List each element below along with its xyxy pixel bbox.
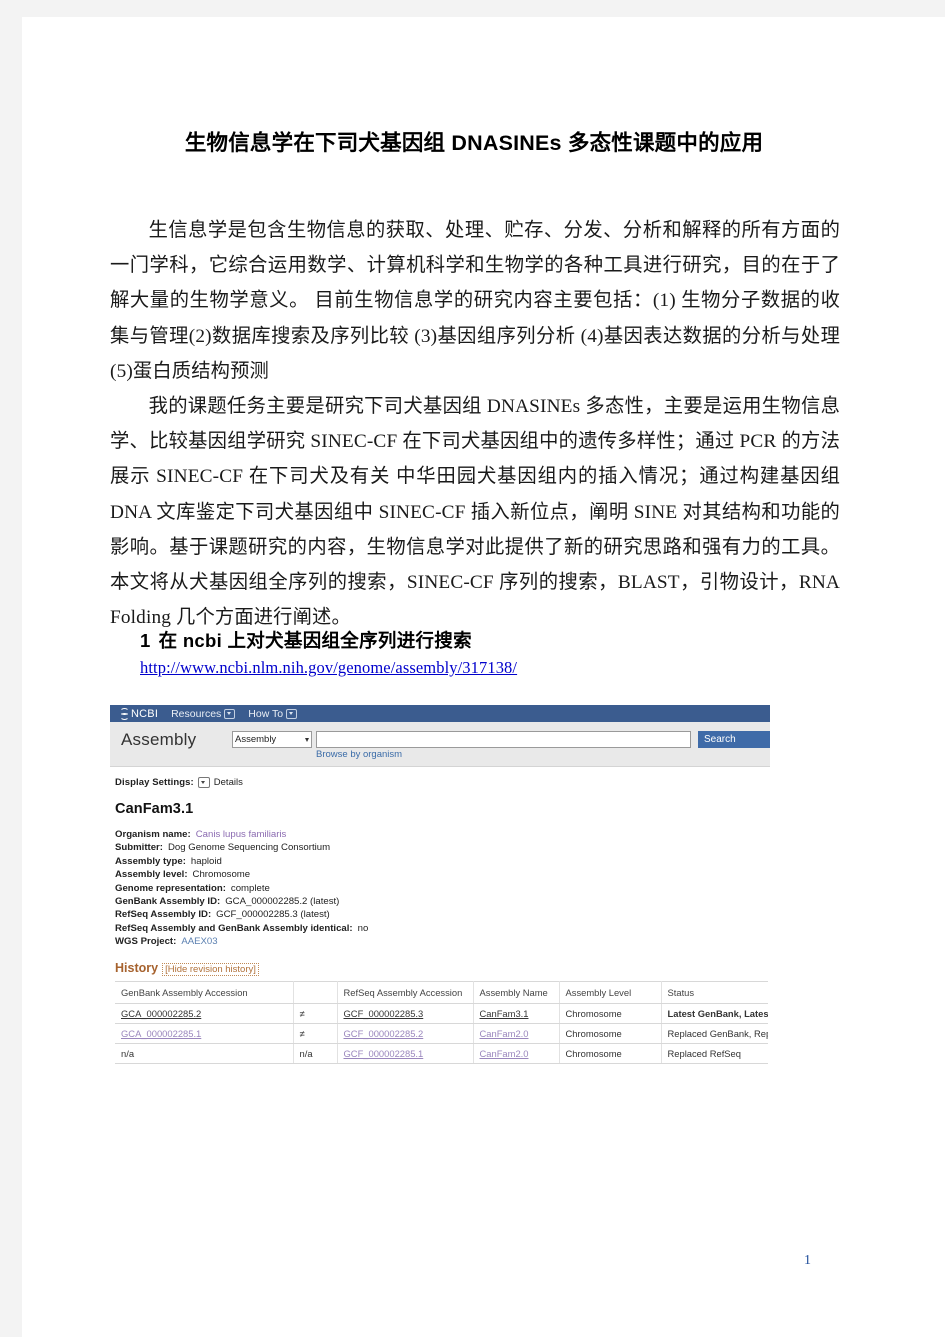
history-title-text: History [115, 960, 159, 975]
chevron-down-icon [224, 708, 236, 719]
ncbi-topbar: NCBI Resources How To [110, 705, 770, 722]
assembly-field-key: RefSeq Assembly and GenBank Assembly ide… [115, 922, 353, 934]
cell-status: Latest GenBank, Latest RefSeq [661, 1003, 768, 1025]
ncbi-logo[interactable]: NCBI [119, 708, 158, 720]
dna-helix-icon [119, 708, 129, 720]
assembly-metadata-list: Organism name: Canis lupus familiaris Subm… [115, 828, 760, 949]
ncbi-search-row: Assembly Assembly Search Browse by organ… [110, 722, 770, 767]
cell-assembly-name[interactable]: CanFam3.1 [473, 1003, 560, 1025]
assembly-field-key: Submitter: [115, 842, 163, 854]
cell-status: Replaced GenBank, Replaced RefSeq [661, 1023, 768, 1045]
cell-equality-symbol: ≠ [293, 1023, 338, 1045]
column-header: Assembly Level [559, 980, 662, 1005]
cell-refseq-accession[interactable]: GCF_000002285.3 [337, 1003, 474, 1025]
assembly-name-title: CanFam3.1 [115, 801, 194, 817]
menu-how-to-label: How To [248, 707, 284, 720]
table-row: GCA_000002285.1 ≠ GCF_000002285.2 CanFam2.0… [115, 1023, 768, 1045]
assembly-field-row: WGS Project: AAEX03 [115, 935, 760, 948]
cell-assembly-level: Chromosome [559, 1043, 662, 1065]
column-header [293, 980, 338, 1005]
ncbi-logo-text: NCBI [131, 707, 159, 720]
database-title: Assembly [121, 730, 197, 749]
assembly-field-row: GenBank Assembly ID: GCA_000002285.2 (lat… [115, 895, 760, 908]
assembly-field-row: Assembly type: haploid [115, 855, 760, 868]
assembly-field-row: Organism name: Canis lupus familiaris [115, 828, 760, 841]
assembly-field-key: Genome representation: [115, 882, 226, 894]
cell-refseq-accession[interactable]: GCF_000002285.2 [337, 1023, 474, 1045]
column-header: Status [661, 980, 768, 1005]
menu-resources[interactable]: Resources [171, 707, 236, 720]
search-input[interactable] [316, 731, 691, 748]
cell-assembly-level: Chromosome [559, 1023, 662, 1045]
page-title: 生物信息学在下司犬基因组 DNASINEs 多态性课题中的应用 [184, 131, 764, 155]
display-settings-label: Display Settings: [115, 777, 194, 788]
assembly-field-value[interactable]: AAEX03 [181, 936, 217, 947]
paragraph-intro: 生信息学是包含生物信息的获取、处理、贮存、分发、分析和解释的所有方面的一门学科，… [110, 220, 840, 382]
cell-equality-symbol: ≠ [293, 1003, 338, 1025]
cell-genbank-accession[interactable]: GCA_000002285.2 [115, 1003, 294, 1025]
assembly-field-key: WGS Project: [115, 936, 177, 948]
paragraph-research-task: 我的课题任务主要是研究下司犬基因组 DNASINEs 多态性，主要是运用生物信息… [110, 396, 840, 629]
assembly-field-value: GCA_000002285.2 (latest) [225, 896, 340, 908]
browse-by-organism-link[interactable]: Browse by organism [316, 749, 402, 760]
assembly-field-value: GCF_000002285.3 (latest) [216, 909, 330, 921]
section-url-link[interactable]: http://www.ncbi.nlm.nih.gov/genome/assem… [140, 658, 517, 678]
assembly-field-row: RefSeq Assembly and GenBank Assembly ide… [115, 922, 760, 935]
assembly-field-row: Assembly level: Chromosome [115, 868, 760, 881]
assembly-field-row: Genome representation: complete [115, 882, 760, 895]
assembly-field-value[interactable]: Canis lupus familiaris [196, 829, 287, 840]
column-header: GenBank Assembly Accession [115, 980, 294, 1005]
assembly-field-value: Dog Genome Sequencing Consortium [167, 842, 331, 854]
section-heading-text: 在 ncbi 上对犬基因组全序列进行搜索 [158, 630, 472, 651]
page-number: 1 [804, 1253, 811, 1268]
assembly-field-key: GenBank Assembly ID: [115, 896, 221, 908]
database-select-value: Assembly [235, 734, 277, 745]
search-button[interactable]: Search [698, 731, 770, 748]
assembly-field-value: no [357, 922, 369, 934]
cell-genbank-accession: n/a [115, 1043, 294, 1065]
cell-assembly-name[interactable]: CanFam2.0 [473, 1023, 560, 1045]
embedded-ncbi-screenshot: NCBI Resources How To Assembly Assembly [110, 705, 770, 1073]
assembly-details-body: Display Settings: Details CanFam3.1 Orga… [110, 767, 770, 1073]
menu-resources-label: Resources [171, 707, 222, 720]
section-heading: 1 在 ncbi 上对犬基因组全序列进行搜索 [140, 627, 472, 653]
column-header: RefSeq Assembly Accession [337, 980, 474, 1005]
assembly-field-value: haploid [190, 855, 222, 867]
column-header: Assembly Name [473, 980, 560, 1005]
assembly-field-row: Submitter: Dog Genome Sequencing Consorti… [115, 841, 760, 854]
cell-equality-symbol: n/a [293, 1043, 338, 1065]
assembly-field-key: Assembly level: [115, 869, 188, 881]
assembly-field-value: Chromosome [192, 869, 251, 881]
table-body: GCA_000002285.2 ≠ GCF_000002285.3 CanFam3.1… [115, 1003, 768, 1065]
assembly-field-value: complete [230, 882, 270, 894]
table-row: GCA_000002285.2 ≠ GCF_000002285.3 CanFam3.1… [115, 1003, 768, 1025]
display-settings-value: Details [213, 777, 243, 788]
cell-genbank-accession[interactable]: GCA_000002285.1 [115, 1023, 294, 1045]
history-title: History [Hide revision history] [115, 961, 760, 976]
table-row: n/a n/a GCF_000002285.1 CanFam2.0 Chromosome… [115, 1043, 768, 1065]
assembly-field-row: RefSeq Assembly ID: GCF_000002285.3 (late… [115, 908, 760, 921]
display-settings[interactable]: Display Settings: Details [115, 777, 760, 788]
assembly-field-key: Assembly type: [115, 855, 186, 867]
cell-status: Replaced RefSeq [661, 1043, 768, 1065]
chevron-down-icon [286, 708, 298, 719]
database-select[interactable]: Assembly [232, 731, 312, 748]
chevron-down-icon [197, 777, 210, 788]
cell-refseq-accession[interactable]: GCF_000002285.1 [337, 1043, 474, 1065]
cell-assembly-name[interactable]: CanFam2.0 [473, 1043, 560, 1065]
hide-revision-history-toggle[interactable]: [Hide revision history] [162, 962, 259, 976]
table-header: GenBank Assembly Accession RefSeq Assembl… [115, 980, 768, 1005]
chevron-down-icon [305, 737, 309, 742]
assembly-field-key: Organism name: [115, 829, 191, 840]
revision-history-table: GenBank Assembly Accession RefSeq Assembl… [115, 980, 768, 1065]
cell-assembly-level: Chromosome [559, 1003, 662, 1025]
assembly-field-key: RefSeq Assembly ID: [115, 909, 212, 921]
table-header-row: GenBank Assembly Accession RefSeq Assembl… [115, 980, 768, 1005]
menu-how-to[interactable]: How To [248, 707, 298, 720]
document-page: 生物信息学在下司犬基因组 DNASINEs 多态性课题中的应用 生信息学是包含生… [22, 17, 945, 1337]
section-number: 1 [140, 630, 151, 651]
